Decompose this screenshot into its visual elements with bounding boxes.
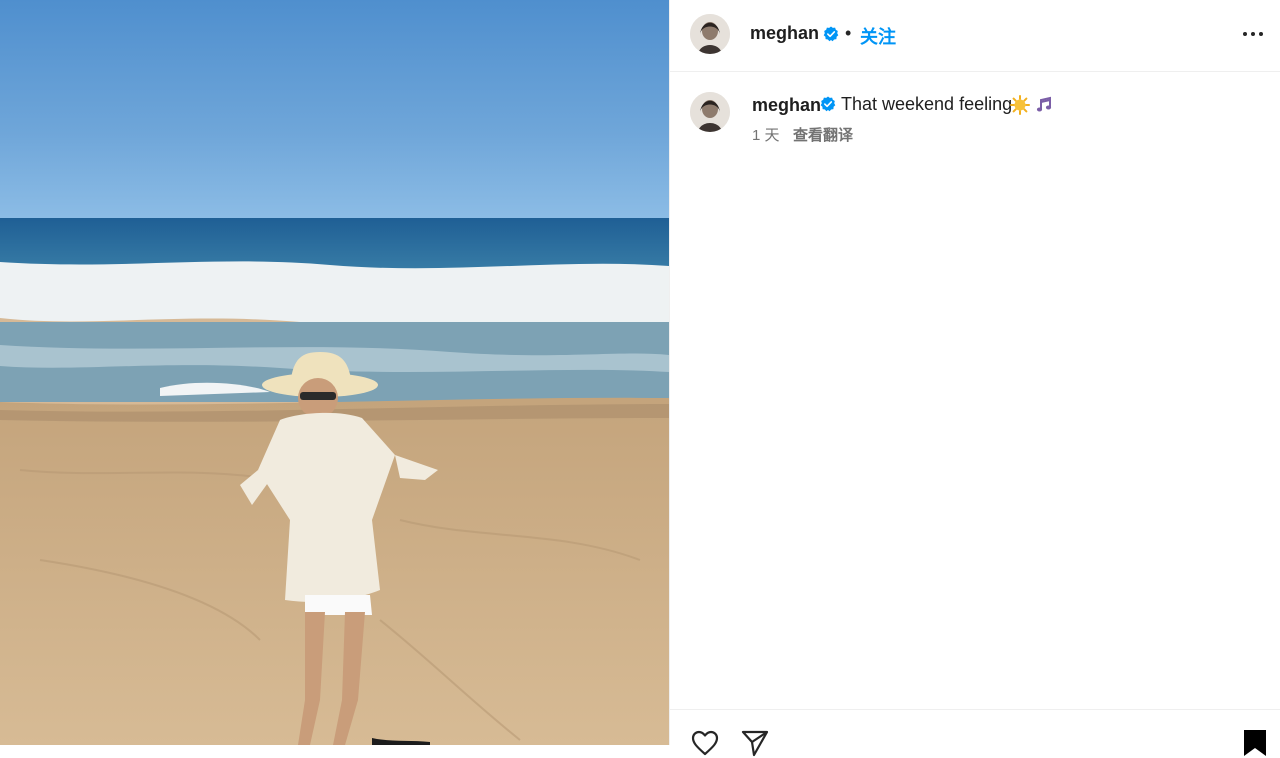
- more-horizontal-icon[interactable]: [1241, 26, 1265, 42]
- verified-badge-icon: [820, 96, 836, 112]
- post-header: meghan • 关注: [670, 0, 1280, 72]
- see-translation-button[interactable]: 查看翻译: [793, 124, 853, 145]
- send-icon[interactable]: [740, 728, 770, 758]
- verified-badge-icon: [823, 26, 839, 42]
- action-bar: [670, 709, 1280, 757]
- heart-icon[interactable]: [690, 728, 720, 758]
- sun-emoji-icon: [1010, 95, 1030, 115]
- avatar-image: [690, 92, 730, 132]
- avatar[interactable]: [690, 14, 730, 54]
- caption-comment: meghan That weekend feeling 1 天 查看翻译: [670, 72, 1280, 152]
- post-age[interactable]: 1 天: [752, 124, 780, 145]
- author-username[interactable]: meghan: [750, 23, 819, 44]
- bookmark-icon[interactable]: [1242, 728, 1272, 758]
- music-notes-emoji-icon: [1036, 96, 1052, 112]
- comment-author-username[interactable]: meghan: [752, 95, 821, 116]
- follow-button[interactable]: 关注: [860, 23, 896, 49]
- caption-text: That weekend feeling: [841, 94, 1013, 114]
- avatar-image: [690, 14, 730, 54]
- beach-photo: [0, 0, 669, 745]
- post-image[interactable]: [0, 0, 669, 745]
- post-detail-panel: meghan • 关注 meghan That weekend feeling …: [669, 0, 1280, 757]
- comment-avatar[interactable]: [690, 92, 730, 132]
- separator-dot: •: [845, 23, 852, 43]
